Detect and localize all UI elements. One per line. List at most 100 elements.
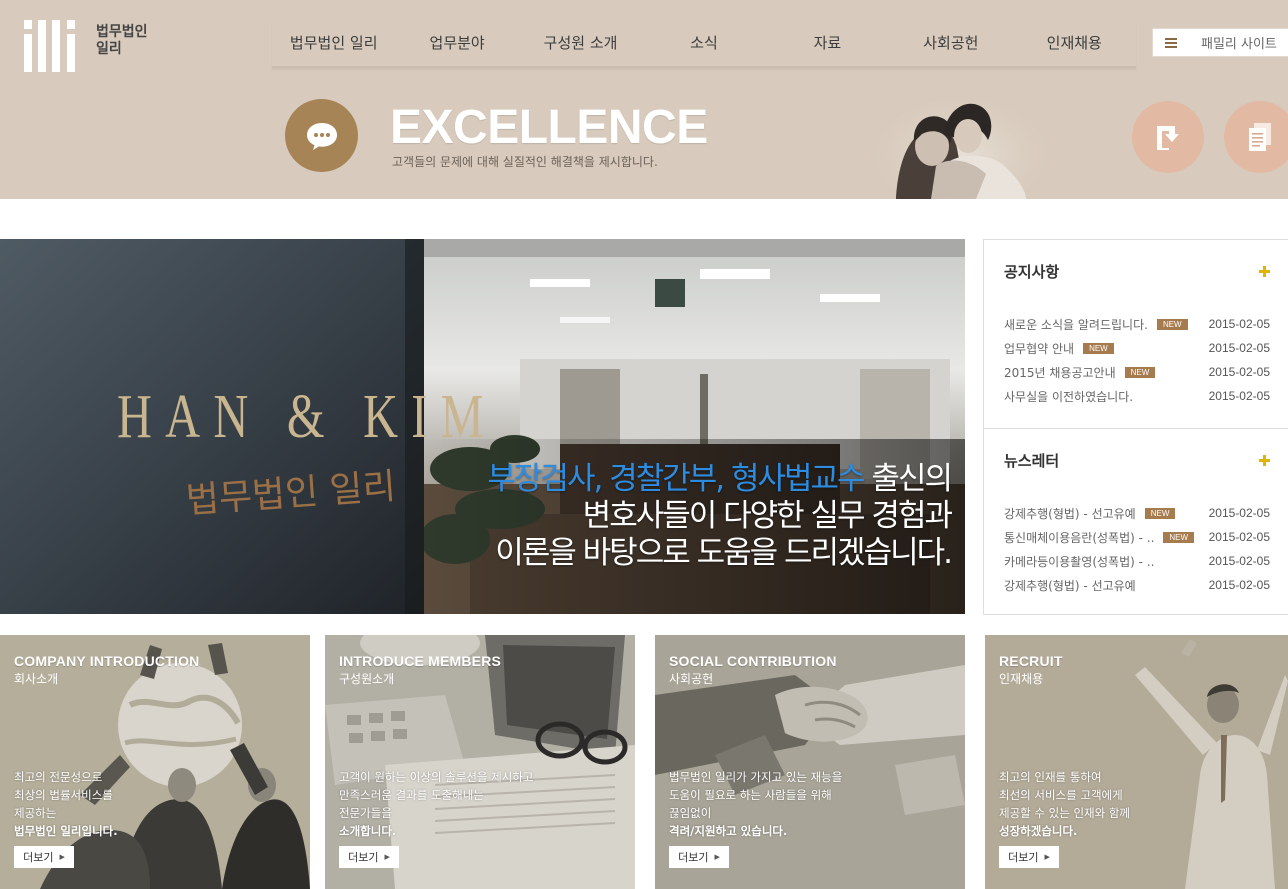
board-row-title[interactable]: 강제추행(형법) - 선고유예 bbox=[1004, 505, 1136, 522]
card-en-title: INTRODUCE MEMBERS bbox=[339, 653, 502, 669]
board-row[interactable]: 업무협약 안내 NEW 2015-02-05 bbox=[1004, 336, 1270, 360]
more-button[interactable]: 더보기 ▶ bbox=[339, 846, 399, 868]
new-badge: NEW bbox=[1124, 366, 1156, 378]
board-row-title[interactable]: 사무실을 이전하였습니다. bbox=[1004, 388, 1133, 405]
more-button[interactable]: 더보기 ▶ bbox=[999, 846, 1059, 868]
board-row-date: 2015-02-05 bbox=[1208, 506, 1270, 520]
board-row-title[interactable]: 통신매체이용음란(성폭법) - .. bbox=[1004, 529, 1154, 546]
nav-item-contribution[interactable]: 사회공헌 bbox=[889, 20, 1012, 66]
board-row-left: 카메라등이용촬영(성폭법) - .. bbox=[1004, 553, 1204, 570]
card-en-title: COMPANY INTRODUCTION bbox=[14, 653, 200, 669]
more-button[interactable]: 더보기 ▶ bbox=[669, 846, 729, 868]
card-ko-title: 사회공헌 bbox=[669, 672, 714, 686]
card-desc-line: 끊임없이 bbox=[669, 806, 712, 820]
card-en-title: SOCIAL CONTRIBUTION bbox=[669, 653, 837, 669]
notice-list: 새로운 소식을 알려드립니다. NEW 2015-02-05 업무협약 안내 NEW 20… bbox=[1004, 312, 1270, 408]
family-photo bbox=[876, 99, 1046, 199]
card-description: 최고의 전문성으로 최상의 법률서비스를 제공하는 법무법인 일리입니다. bbox=[14, 768, 118, 840]
board-row[interactable]: 카메라등이용촬영(성폭법) - .. 2015-02-05 bbox=[1004, 549, 1270, 573]
more-label: 더보기 bbox=[678, 851, 709, 864]
board-row-left: 강제추행(형법) - 선고유예 NEW bbox=[1004, 505, 1204, 522]
card-en-title: RECRUIT bbox=[999, 653, 1063, 669]
download-document-icon bbox=[1157, 126, 1179, 150]
card-company-introduction[interactable]: COMPANY INTRODUCTION 회사소개 최고의 전문성으로 최상의 … bbox=[0, 635, 310, 889]
nav-item-practice[interactable]: 업무분야 bbox=[395, 20, 518, 66]
card-desc-line: 법무법인 일리가 가지고 있는 재능을 bbox=[669, 770, 843, 784]
quick-download-button[interactable] bbox=[1132, 101, 1204, 173]
notice-title: 공지사항 bbox=[1004, 262, 1060, 281]
more-label: 더보기 bbox=[23, 851, 54, 864]
board-row-title[interactable]: 강제추행(형법) - 선고유예 bbox=[1004, 577, 1136, 594]
logo-text: 법무법인 일리 bbox=[96, 24, 148, 57]
documents-icon bbox=[1249, 123, 1271, 151]
new-badge: NEW bbox=[1156, 318, 1188, 330]
more-button[interactable]: 더보기 ▶ bbox=[14, 846, 74, 868]
hero-highlight: 부장검사, 경찰간부, 형사법교수 bbox=[487, 461, 865, 497]
nav-item-firm[interactable]: 법무법인 일리 bbox=[272, 20, 395, 66]
card-ko-title: 인재채용 bbox=[999, 672, 1044, 686]
banner-subtitle: 고객들의 문제에 대해 실질적인 해결책을 제시합니다. bbox=[392, 155, 658, 169]
hero-line1-rest: 출신의 bbox=[863, 461, 953, 497]
card-desc-line: 제공하는 bbox=[14, 806, 57, 820]
board-row-left: 강제추행(형법) - 선고유예 bbox=[1004, 577, 1204, 594]
newsletter-title: 뉴스레터 bbox=[1004, 451, 1060, 470]
card-desc-line: 전문가들을 bbox=[339, 806, 392, 820]
newsletter-more-plus-icon[interactable] bbox=[1259, 454, 1270, 466]
card-desc-line: 제공할 수 있는 인재와 함께 bbox=[999, 806, 1131, 820]
family-site-select[interactable]: 패밀리 사이트 bbox=[1152, 28, 1288, 57]
board-row-title[interactable]: 카메라등이용촬영(성폭법) - .. bbox=[1004, 553, 1154, 570]
board-row-date: 2015-02-05 bbox=[1208, 530, 1270, 544]
speech-bubble-icon bbox=[285, 99, 358, 172]
nav-item-news[interactable]: 소식 bbox=[642, 20, 765, 66]
board-row-title[interactable]: 2015년 채용공고안내 bbox=[1004, 364, 1116, 381]
card-description: 고객이 원하는 이상의 솔루션을 제시하고 만족스러운 결과를 도출해내는 전문… bbox=[339, 768, 533, 840]
board-row-left: 통신매체이용음란(성폭법) - .. NEW bbox=[1004, 529, 1204, 546]
newsletter-list: 강제추행(형법) - 선고유예 NEW 2015-02-05 통신매체이용음란(성폭법… bbox=[1004, 501, 1270, 597]
board-row-date: 2015-02-05 bbox=[1208, 365, 1270, 379]
board-row-date: 2015-02-05 bbox=[1208, 578, 1270, 592]
board-row[interactable]: 새로운 소식을 알려드립니다. NEW 2015-02-05 bbox=[1004, 312, 1270, 336]
card-desc-line: 최선의 서비스를 고객에게 bbox=[999, 788, 1123, 802]
board-row-left: 업무협약 안내 NEW bbox=[1004, 340, 1204, 357]
board-row-title[interactable]: 업무협약 안내 bbox=[1004, 340, 1074, 357]
card-social-contribution[interactable]: SOCIAL CONTRIBUTION 사회공헌 법무법인 일리가 가지고 있는… bbox=[655, 635, 965, 889]
card-desc-line: 도움이 필요로 하는 사람들을 위해 bbox=[669, 788, 832, 802]
arrow-right-icon: ▶ bbox=[714, 853, 720, 861]
hero-caption: 부장검사, 경찰간부, 형사법교수 출신의 변호사들이 다양한 실무 경험과 이… bbox=[487, 461, 953, 572]
board-row[interactable]: 강제추행(형법) - 선고유예 NEW 2015-02-05 bbox=[1004, 501, 1270, 525]
board-row[interactable]: 강제추행(형법) - 선고유예 2015-02-05 bbox=[1004, 573, 1270, 597]
board-row[interactable]: 2015년 채용공고안내 NEW 2015-02-05 bbox=[1004, 360, 1270, 384]
arrow-right-icon: ▶ bbox=[384, 853, 390, 861]
menu-icon bbox=[1153, 29, 1189, 56]
board-row[interactable]: 사무실을 이전하였습니다. 2015-02-05 bbox=[1004, 384, 1270, 408]
header-band: 법무법인 일리 법무법인 일리 업무분야 구성원 소개 소식 자료 사회공헌 인… bbox=[0, 0, 1288, 199]
newsletter-board: 뉴스레터 강제추행(형법) - 선고유예 NEW 2015-02-05 통신매체이용음… bbox=[984, 428, 1288, 597]
hero-banner: HAN & KIM 법무법인 일리 부장검사, 경찰간부, 형사법교수 출신의 … bbox=[0, 239, 965, 614]
card-recruit[interactable]: RECRUIT 인재채용 최고의 인재를 통하여 최선의 서비스를 고객에게 제… bbox=[985, 635, 1288, 889]
arrow-right-icon: ▶ bbox=[59, 853, 65, 861]
card-description: 법무법인 일리가 가지고 있는 재능을 도움이 필요로 하는 사람들을 위해 끊… bbox=[669, 768, 842, 840]
card-ko-title: 회사소개 bbox=[14, 672, 59, 686]
board-row-date: 2015-02-05 bbox=[1208, 389, 1270, 403]
family-site-label: 패밀리 사이트 bbox=[1201, 37, 1277, 52]
card-desc-line: 최고의 인재를 통하여 bbox=[999, 770, 1102, 784]
board-row-date: 2015-02-05 bbox=[1208, 341, 1270, 355]
board-row[interactable]: 통신매체이용음란(성폭법) - .. NEW 2015-02-05 bbox=[1004, 525, 1270, 549]
logo-mark bbox=[24, 20, 75, 72]
card-desc-line: 만족스러운 결과를 도출해내는 bbox=[339, 788, 484, 802]
card-introduce-members[interactable]: INTRODUCE MEMBERS 구성원소개 고객이 원하는 이상의 솔루션을… bbox=[325, 635, 635, 889]
board-row-title[interactable]: 새로운 소식을 알려드립니다. bbox=[1004, 316, 1148, 333]
board-row-left: 새로운 소식을 알려드립니다. NEW bbox=[1004, 316, 1204, 333]
nav-item-recruit[interactable]: 인재채용 bbox=[1013, 20, 1136, 66]
card-description: 최고의 인재를 통하여 최선의 서비스를 고객에게 제공할 수 있는 인재와 함… bbox=[999, 768, 1130, 840]
hero-caption-line3: 이론을 바탕으로 도움을 드리겠습니다. bbox=[495, 535, 953, 571]
card-desc-line: 고객이 원하는 이상의 솔루션을 제시하고 bbox=[339, 770, 534, 784]
new-badge: NEW bbox=[1083, 342, 1114, 354]
nav-item-resources[interactable]: 자료 bbox=[766, 20, 889, 66]
more-label: 더보기 bbox=[1008, 851, 1039, 864]
site-logo[interactable]: 법무법인 일리 bbox=[24, 18, 164, 72]
notice-more-plus-icon[interactable] bbox=[1259, 265, 1270, 277]
quick-documents-button[interactable] bbox=[1224, 101, 1288, 173]
nav-item-members[interactable]: 구성원 소개 bbox=[519, 20, 642, 66]
card-desc-bold: 격려/지원하고 있습니다. bbox=[669, 824, 788, 838]
